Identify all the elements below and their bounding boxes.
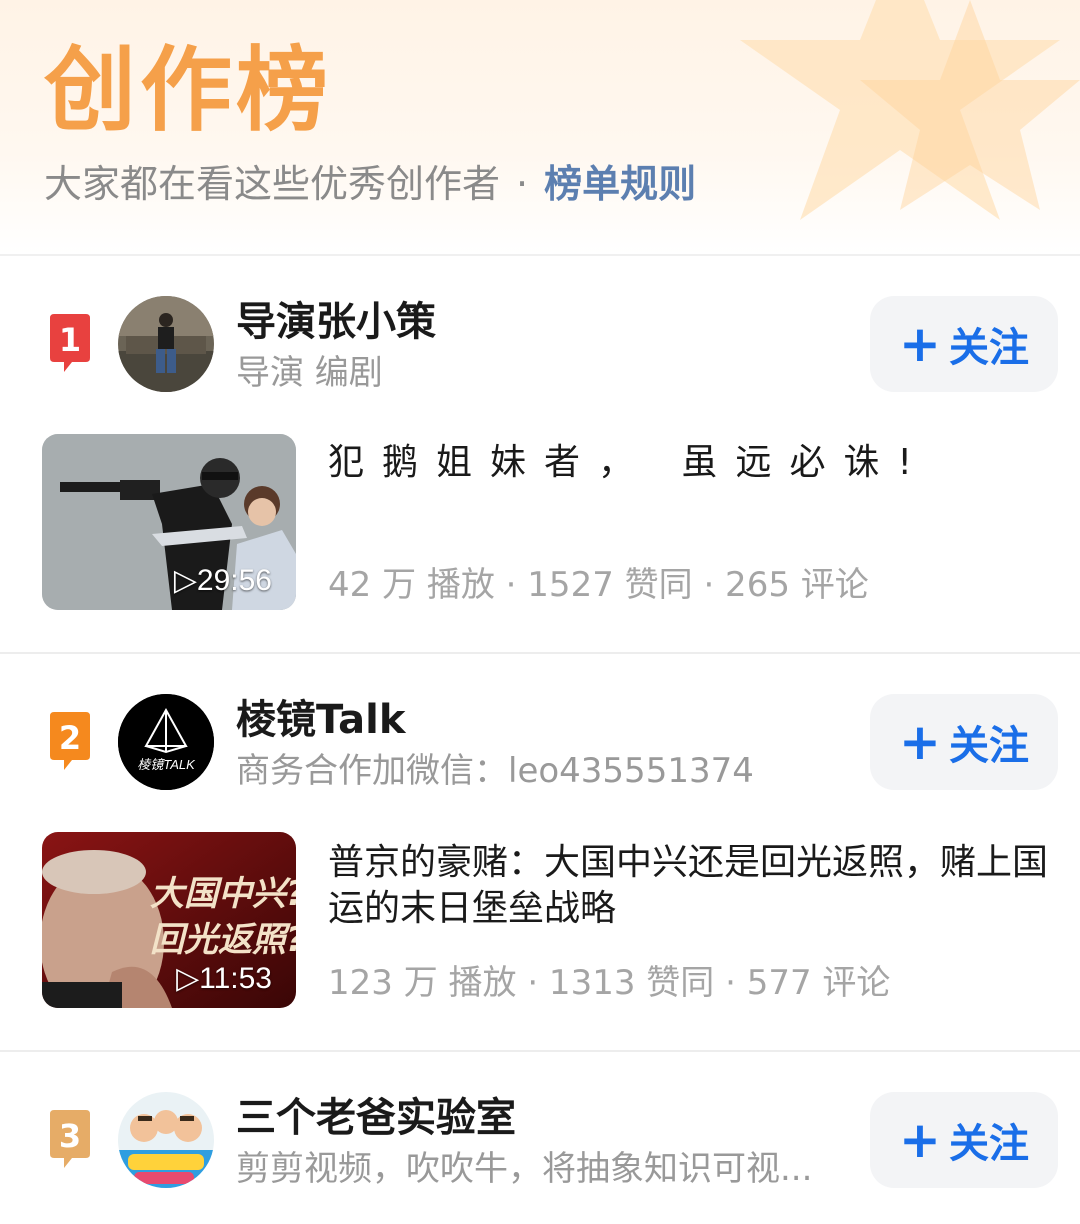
video-duration: ▷11:53 [176,962,272,995]
video-thumbnail[interactable]: ▷29:56 [42,434,296,610]
rules-link[interactable]: 榜单规则 [544,162,696,206]
follow-button[interactable]: + 关注 [870,1092,1058,1188]
avatar-brand-text: 棱镜TALK [137,757,195,772]
follow-button[interactable]: + 关注 [870,694,1058,790]
video-thumbnail[interactable]: 大国中兴? 回光返照? ▷11:53 [42,832,296,1008]
rank-badge: 1 [50,314,90,372]
creator-entry[interactable]: 2 棱镜TALK 棱镜Talk 商务合作加微信：leo435551374 + 关注 [0,654,1080,1050]
avatar[interactable]: 棱镜TALK [118,694,214,790]
creator-description: 导演 编剧 [236,353,383,393]
video-stats: 42 万 播放 · 1527 赞同 · 265 评论 [328,565,869,605]
subtitle-separator: · [516,162,529,206]
plus-icon: + [899,1111,941,1169]
follow-label: 关注 [948,1121,1029,1167]
ranking-header: 创作榜 大家都在看这些优秀创作者 · 榜单规则 [0,0,1080,256]
video-title[interactable]: 犯鹅姐妹者， 虽远必诛! [328,440,1048,486]
follow-label: 关注 [948,723,1029,769]
follow-button[interactable]: + 关注 [870,296,1058,392]
page-title: 创作榜 [44,37,333,144]
rank-badge: 2 [50,712,90,770]
video-duration: ▷29:56 [173,564,272,597]
creator-name[interactable]: 三个老爸实验室 [236,1092,516,1144]
creator-name[interactable]: 导演张小策 [236,296,436,348]
avatar[interactable] [118,1092,214,1188]
rank-number: 3 [58,1117,82,1155]
creator-name[interactable]: 棱镜Talk [236,694,405,746]
video-title[interactable]: 普京的豪赌：大国中兴还是回光返照，赌上国运的末日堡垒战略 [328,840,1048,932]
page-subtitle: 大家都在看这些优秀创作者 · 榜单规则 [44,158,696,210]
rank-number: 1 [58,321,82,359]
avatar[interactable] [118,296,214,392]
creator-entry[interactable]: 1 导演张小策 导演 编剧 + 关注 ▷29:56 犯鹅姐妹者， 虽远必诛! 4… [0,256,1080,652]
creator-description: 商务合作加微信：leo435551374 [236,751,754,791]
thumbnail-caption: 回光返照? [150,920,296,960]
follow-label: 关注 [948,325,1029,371]
creator-description: 剪剪视频，吹吹牛，将抽象知识可视... [236,1149,813,1189]
rank-badge: 3 [50,1110,90,1168]
subtitle-text: 大家都在看这些优秀创作者 [44,162,501,206]
plus-icon: + [899,713,941,771]
star-decoration-icon [740,0,1080,220]
rank-number: 2 [58,719,82,757]
video-stats: 123 万 播放 · 1313 赞同 · 577 评论 [328,963,891,1003]
plus-icon: + [899,315,941,373]
thumbnail-caption: 大国中兴? [150,874,296,914]
creator-entry[interactable]: 3 三个老爸实验室 剪剪视频，吹吹牛，将抽象知识可视... + 关注 [0,1052,1080,1224]
